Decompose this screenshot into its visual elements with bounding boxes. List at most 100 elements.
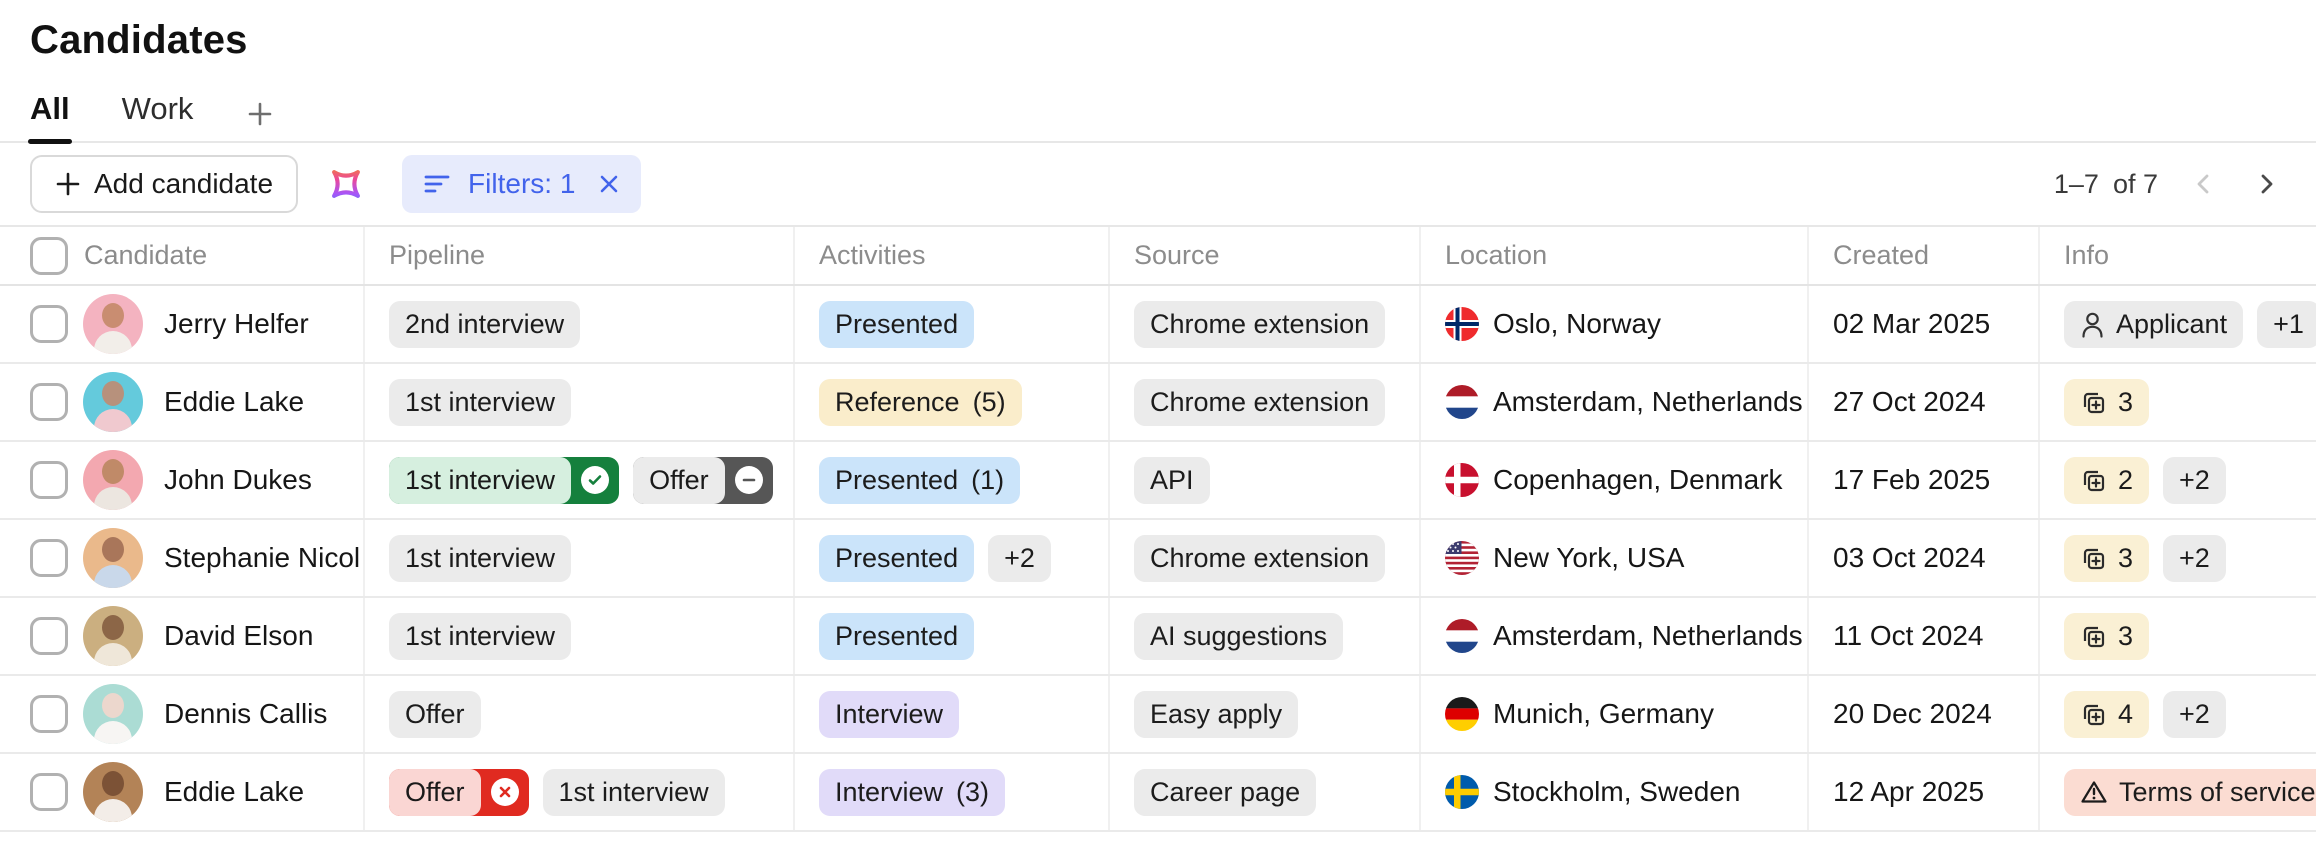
activity-badge[interactable]: Presented <box>819 613 974 660</box>
row-checkbox[interactable] <box>30 305 68 343</box>
activity-badge[interactable]: Presented <box>819 535 974 582</box>
pipeline-badge[interactable]: 1st interview <box>389 535 571 582</box>
created-cell[interactable]: 27 Oct 2024 <box>1807 364 2038 440</box>
info-files-badge[interactable]: 3 <box>2064 613 2149 660</box>
source-cell[interactable]: Career page <box>1108 754 1419 830</box>
activity-badge[interactable]: Interview <box>819 691 959 738</box>
activities-cell[interactable]: Presented +2 <box>793 520 1108 596</box>
candidate-name[interactable]: Eddie Lake <box>164 776 304 808</box>
info-cell[interactable]: 2 +2 <box>2038 442 2316 518</box>
info-extra-badge[interactable]: +2 <box>2163 691 2226 738</box>
source-cell[interactable]: Easy apply <box>1108 676 1419 752</box>
source-cell[interactable]: Chrome extension <box>1108 520 1419 596</box>
info-badge-applicant[interactable]: Applicant <box>2064 301 2243 348</box>
chevron-left-icon[interactable] <box>2184 164 2224 204</box>
source-badge[interactable]: AI suggestions <box>1134 613 1343 660</box>
candidate-name[interactable]: Jerry Helfer <box>164 308 309 340</box>
activity-badge[interactable]: Interview(3) <box>819 769 1005 816</box>
pipeline-cell[interactable]: 1st interview <box>363 598 793 674</box>
candidate-name[interactable]: John Dukes <box>164 464 312 496</box>
pipeline-badge[interactable]: 1st interview <box>543 769 725 816</box>
pipeline-badge[interactable]: 1st interview <box>389 613 571 660</box>
info-extra-badge[interactable]: +1 <box>2257 301 2316 348</box>
info-extra-badge[interactable]: +2 <box>2163 457 2226 504</box>
row-checkbox[interactable] <box>30 617 68 655</box>
created-cell[interactable]: 02 Mar 2025 <box>1807 286 2038 362</box>
location-cell[interactable]: Copenhagen, Denmark <box>1419 442 1807 518</box>
activities-cell[interactable]: Presented <box>793 286 1108 362</box>
filters-chip[interactable]: Filters: 1 <box>402 155 641 213</box>
source-badge[interactable]: Chrome extension <box>1134 535 1385 582</box>
add-candidate-button[interactable]: Add candidate <box>30 155 298 213</box>
activities-cell[interactable]: Interview <box>793 676 1108 752</box>
info-cell[interactable]: 4 +2 <box>2038 676 2316 752</box>
location-cell[interactable]: Amsterdam, Netherlands <box>1419 364 1807 440</box>
created-cell[interactable]: 20 Dec 2024 <box>1807 676 2038 752</box>
pipeline-badge-approved[interactable]: 1st interview <box>389 457 619 504</box>
row-checkbox[interactable] <box>30 383 68 421</box>
info-cell[interactable]: Applicant +1 <box>2038 286 2316 362</box>
source-cell[interactable]: Chrome extension <box>1108 364 1419 440</box>
activities-cell[interactable]: Reference(5) <box>793 364 1108 440</box>
activity-badge[interactable]: Presented(1) <box>819 457 1020 504</box>
pipeline-cell[interactable]: 1st interview <box>363 364 793 440</box>
location-cell[interactable]: Oslo, Norway <box>1419 286 1807 362</box>
candidate-name[interactable]: David Elson <box>164 620 313 652</box>
created-cell[interactable]: 11 Oct 2024 <box>1807 598 2038 674</box>
row-checkbox[interactable] <box>30 695 68 733</box>
pipeline-badge-on-hold[interactable]: Offer <box>633 457 773 504</box>
activities-cell[interactable]: Presented <box>793 598 1108 674</box>
activities-cell[interactable]: Interview(3) <box>793 754 1108 830</box>
info-files-badge[interactable]: 3 <box>2064 379 2149 426</box>
row-checkbox[interactable] <box>30 539 68 577</box>
info-cell[interactable]: 3 <box>2038 598 2316 674</box>
info-cell[interactable]: 3 <box>2038 364 2316 440</box>
ai-sparkle-button[interactable] <box>324 162 368 206</box>
activity-extra-badge[interactable]: +2 <box>988 535 1051 582</box>
source-badge[interactable]: Career page <box>1134 769 1316 816</box>
pipeline-cell[interactable]: 1st interview Offer <box>363 442 793 518</box>
created-cell[interactable]: 17 Feb 2025 <box>1807 442 2038 518</box>
info-cell[interactable]: Terms of service <box>2038 754 2316 830</box>
source-badge[interactable]: Chrome extension <box>1134 301 1385 348</box>
pipeline-cell[interactable]: 2nd interview <box>363 286 793 362</box>
created-cell[interactable]: 12 Apr 2025 <box>1807 754 2038 830</box>
location-cell[interactable]: New York, USA <box>1419 520 1807 596</box>
tab-work[interactable]: Work <box>122 91 194 141</box>
info-files-badge[interactable]: 3 <box>2064 535 2149 582</box>
activities-cell[interactable]: Presented(1) <box>793 442 1108 518</box>
location-cell[interactable]: Munich, Germany <box>1419 676 1807 752</box>
location-cell[interactable]: Stockholm, Sweden <box>1419 754 1807 830</box>
pipeline-cell[interactable]: Offer 1st interview <box>363 754 793 830</box>
info-warning-badge[interactable]: Terms of service <box>2064 769 2316 816</box>
location-cell[interactable]: Amsterdam, Netherlands <box>1419 598 1807 674</box>
pipeline-badge[interactable]: 2nd interview <box>389 301 580 348</box>
candidate-name[interactable]: Dennis Callis <box>164 698 327 730</box>
add-view-button[interactable] <box>245 99 275 141</box>
activity-badge[interactable]: Reference(5) <box>819 379 1022 426</box>
row-checkbox[interactable] <box>30 773 68 811</box>
source-cell[interactable]: API <box>1108 442 1419 518</box>
candidate-name[interactable]: Stephanie Nicol <box>164 542 360 574</box>
source-badge[interactable]: API <box>1134 457 1210 504</box>
info-extra-badge[interactable]: +2 <box>2163 535 2226 582</box>
pipeline-badge[interactable]: Offer <box>389 691 481 738</box>
close-icon[interactable] <box>597 172 621 196</box>
select-all-checkbox[interactable] <box>30 237 68 275</box>
info-files-badge[interactable]: 2 <box>2064 457 2149 504</box>
info-files-badge[interactable]: 4 <box>2064 691 2149 738</box>
row-checkbox[interactable] <box>30 461 68 499</box>
chevron-right-icon[interactable] <box>2246 164 2286 204</box>
candidate-name[interactable]: Eddie Lake <box>164 386 304 418</box>
source-cell[interactable]: AI suggestions <box>1108 598 1419 674</box>
pipeline-cell[interactable]: Offer <box>363 676 793 752</box>
activity-badge[interactable]: Presented <box>819 301 974 348</box>
pipeline-cell[interactable]: 1st interview <box>363 520 793 596</box>
tab-all[interactable]: All <box>30 91 70 141</box>
created-cell[interactable]: 03 Oct 2024 <box>1807 520 2038 596</box>
source-cell[interactable]: Chrome extension <box>1108 286 1419 362</box>
source-badge[interactable]: Easy apply <box>1134 691 1298 738</box>
pipeline-badge-rejected[interactable]: Offer <box>389 769 529 816</box>
info-cell[interactable]: 3 +2 <box>2038 520 2316 596</box>
pipeline-badge[interactable]: 1st interview <box>389 379 571 426</box>
